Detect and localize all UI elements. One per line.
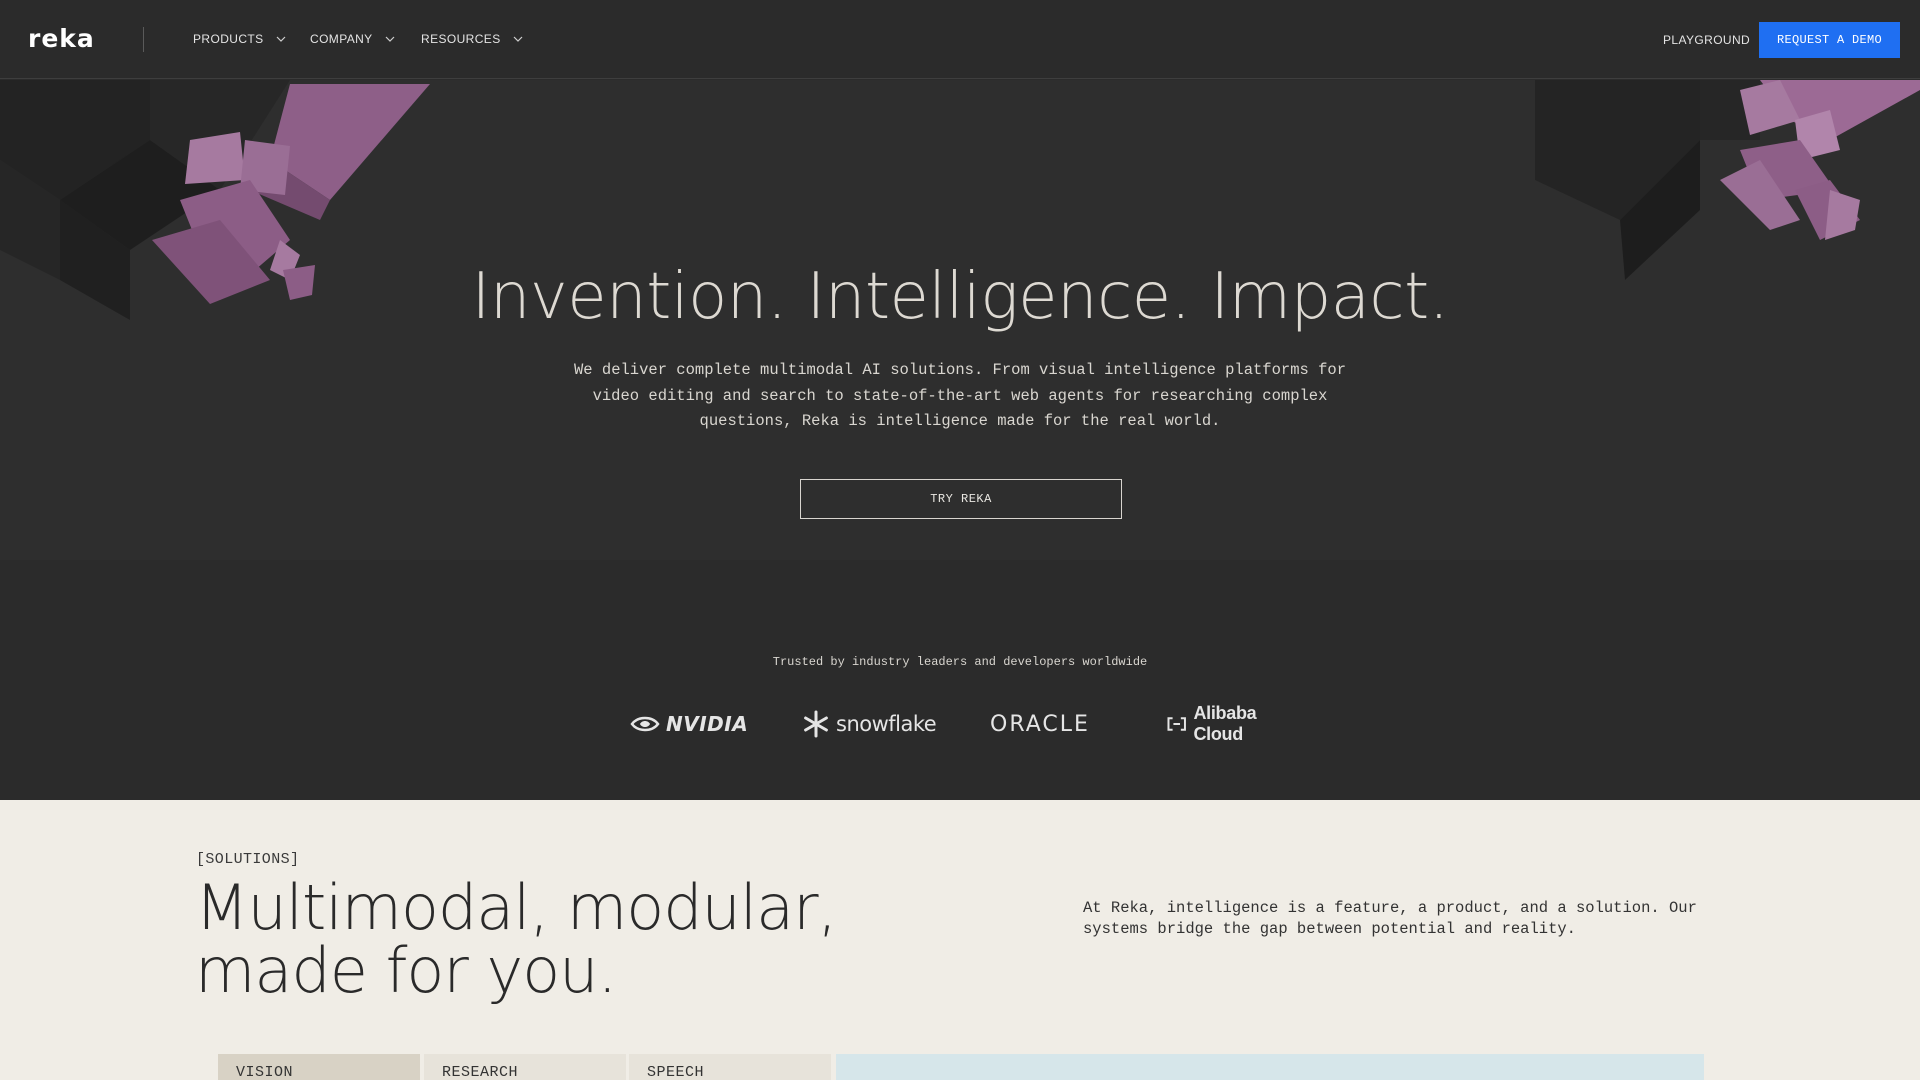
hero-section: Invention. Intelligence. Impact. We deli… bbox=[0, 80, 1920, 800]
hero-cubes-illustration bbox=[0, 80, 1920, 800]
partner-logos: NVIDIA snowflake ORACLE Alibaba Cloud bbox=[630, 703, 1290, 744]
request-demo-button[interactable]: REQUEST A DEMO bbox=[1759, 22, 1900, 58]
tab-speech[interactable]: SPEECH bbox=[629, 1054, 831, 1080]
chevron-down-icon bbox=[276, 36, 285, 42]
snowflake-icon bbox=[804, 710, 828, 738]
top-navbar: reka PRODUCTS COMPANY RESOURCES PLAYGROU… bbox=[0, 0, 1920, 79]
tab-vision[interactable]: VISION bbox=[218, 1054, 420, 1080]
nvidia-wordmark: NVIDIA bbox=[666, 712, 749, 736]
nav-divider bbox=[143, 27, 144, 52]
tab-research[interactable]: RESEARCH bbox=[424, 1054, 626, 1080]
nav-company[interactable]: COMPANY bbox=[310, 32, 395, 46]
snowflake-logo: snowflake bbox=[802, 704, 937, 744]
solutions-title: Multimodal, modular, made for you. bbox=[195, 876, 895, 1002]
nvidia-eye-icon bbox=[630, 716, 660, 732]
chevron-down-icon bbox=[385, 36, 395, 42]
nav-resources[interactable]: RESOURCES bbox=[421, 32, 523, 46]
nav-resources-label: RESOURCES bbox=[421, 32, 501, 46]
snowflake-wordmark: snowflake bbox=[836, 712, 937, 736]
solutions-section: [SOLUTIONS] Multimodal, modular, made fo… bbox=[0, 800, 1920, 1080]
solutions-description: At Reka, intelligence is a feature, a pr… bbox=[1083, 899, 1697, 938]
logo-text: reka bbox=[28, 28, 95, 52]
alibaba-cloud-icon bbox=[1167, 717, 1186, 731]
solutions-title-line-2: made for you. bbox=[195, 934, 617, 1007]
reka-logo[interactable]: reka bbox=[28, 28, 104, 52]
nav-company-label: COMPANY bbox=[310, 32, 373, 46]
tab-panel-preview bbox=[836, 1054, 1704, 1080]
alibaba-cloud-logo: Alibaba Cloud bbox=[1166, 703, 1290, 744]
hero-subtitle: We deliver complete multimodal AI soluti… bbox=[573, 361, 1347, 430]
oracle-wordmark: ORACLE bbox=[990, 711, 1090, 737]
nav-products-label: PRODUCTS bbox=[193, 32, 264, 46]
try-reka-button[interactable]: TRY REKA bbox=[800, 479, 1122, 519]
hero-title: Invention. Intelligence. Impact. bbox=[471, 260, 1449, 334]
trusted-by-text: Trusted by industry leaders and develope… bbox=[772, 655, 1148, 669]
nav-products[interactable]: PRODUCTS bbox=[193, 32, 286, 46]
alibaba-cloud-wordmark: Alibaba Cloud bbox=[1193, 703, 1257, 744]
solutions-tag: [SOLUTIONS] bbox=[196, 851, 300, 868]
nvidia-logo: NVIDIA bbox=[630, 704, 748, 744]
oracle-logo: ORACLE bbox=[990, 704, 1090, 744]
chevron-down-icon bbox=[513, 36, 523, 42]
playground-link[interactable]: PLAYGROUND bbox=[1663, 33, 1750, 47]
